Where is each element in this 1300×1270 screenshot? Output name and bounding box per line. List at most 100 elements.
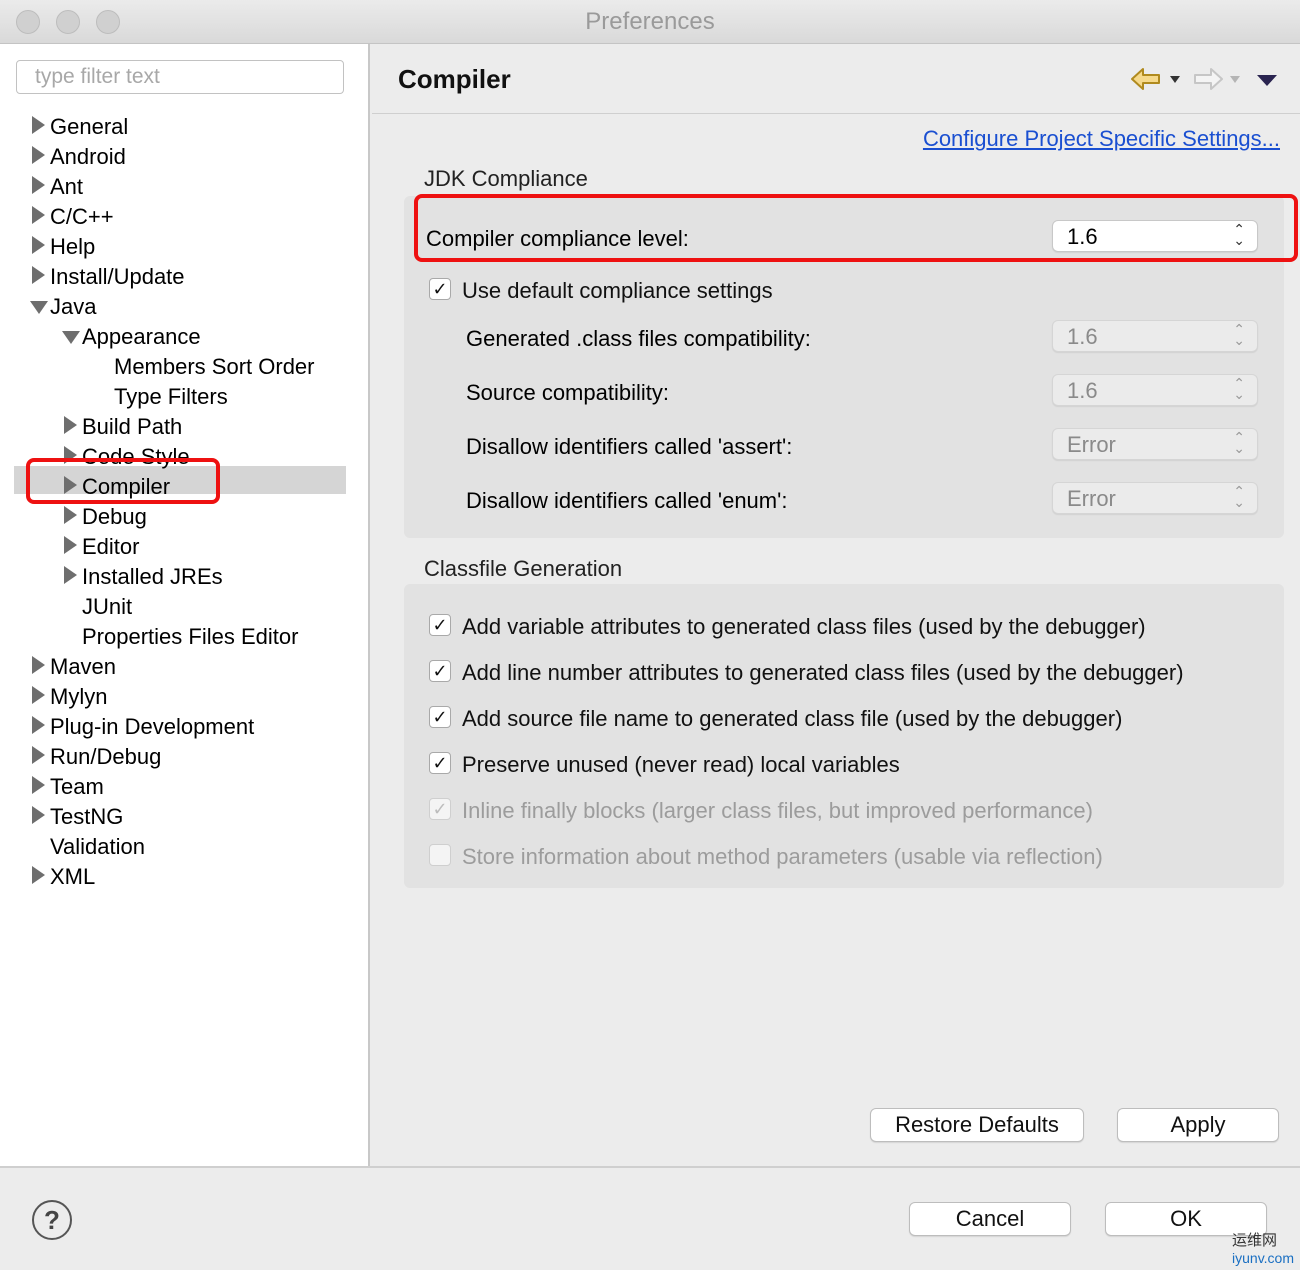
tree-item[interactable]: Plug-in Development [0,712,360,742]
tree-item[interactable]: Help [0,232,360,262]
tree-item[interactable]: Members Sort Order [0,352,360,382]
collapsed-triangle-icon[interactable] [32,176,45,194]
tree-item[interactable]: Editor [0,532,360,562]
tree-item[interactable]: Android [0,142,360,172]
tree-item-label: Validation [50,834,145,859]
configure-project-specific-settings-link[interactable]: Configure Project Specific Settings... [923,126,1280,152]
classfile-option-label: Add variable attributes to generated cla… [462,614,1146,639]
tree-item[interactable]: C/C++ [0,202,360,232]
collapsed-triangle-icon[interactable] [32,116,45,134]
tree-item[interactable]: Install/Update [0,262,360,292]
tree-item[interactable]: Java [0,292,360,322]
use-default-compliance-checkbox[interactable]: ✓ [429,278,451,300]
tree-item[interactable]: Maven [0,652,360,682]
tree-item-label: Maven [50,654,117,679]
page-header: Compiler [372,44,1300,114]
collapsed-triangle-icon[interactable] [32,266,45,284]
tree-item[interactable]: Team [0,772,360,802]
tree-item[interactable]: Validation [0,832,360,862]
jdk-compliance-group-label: JDK Compliance [424,166,588,191]
watermark-url-text: iyunv.com [1232,1250,1294,1266]
preferences-sidebar: General Android Ant C/C++ Help Install/Update… [0,44,370,1166]
tree-item-label: Installed JREs [82,564,223,589]
expanded-triangle-icon[interactable] [62,331,80,344]
collapsed-triangle-icon[interactable] [64,416,77,434]
jdk-row-label: Disallow identifiers called 'assert': [466,434,793,459]
cancel-button[interactable]: Cancel [909,1202,1071,1236]
tree-item-label: Type Filters [114,384,228,409]
help-icon[interactable]: ? [32,1200,72,1240]
title-bar: Preferences [0,0,1300,44]
tree-item-label: Build Path [82,414,183,439]
collapsed-triangle-icon[interactable] [64,536,77,554]
classfile-option-checkbox[interactable]: ✓ [429,752,451,774]
apply-button[interactable]: Apply [1117,1108,1279,1142]
use-default-compliance-label: Use default compliance settings [462,278,773,303]
collapsed-triangle-icon[interactable] [64,566,77,584]
tree-item[interactable]: Appearance [0,322,360,352]
tree-item[interactable]: TestNG [0,802,360,832]
classfile-option-checkbox[interactable]: ✓ [429,798,451,820]
filter-input[interactable] [16,60,344,94]
view-menu-icon[interactable] [1256,74,1278,88]
tree-item-label: Run/Debug [50,744,162,769]
dialog-footer: ? Cancel OK 运维网 iyunv.com [0,1166,1300,1270]
collapsed-triangle-icon[interactable] [32,656,45,674]
collapsed-triangle-icon[interactable] [64,506,77,524]
collapsed-triangle-icon[interactable] [32,806,45,824]
tree-item[interactable]: Installed JREs [0,562,360,592]
jdk-row-label: Disallow identifiers called 'enum': [466,488,788,513]
tree-item[interactable]: XML [0,862,360,892]
tree-item[interactable]: Build Path [0,412,360,442]
tree-item-label: Help [50,234,96,259]
classfile-option-checkbox[interactable]: ✓ [429,614,451,636]
collapsed-triangle-icon[interactable] [32,866,45,884]
collapsed-triangle-icon[interactable] [32,746,45,764]
collapsed-triangle-icon[interactable] [32,206,45,224]
tree-item[interactable]: Mylyn [0,682,360,712]
classfile-option-checkbox[interactable]: ✓ [429,660,451,682]
collapsed-triangle-icon[interactable] [32,146,45,164]
tree-item[interactable]: Run/Debug [0,742,360,772]
tree-item-label: Members Sort Order [114,354,315,379]
tree-item[interactable]: Debug [0,502,360,532]
classfile-generation-group-label: Classfile Generation [424,556,623,581]
tree-item-label: TestNG [50,804,124,829]
tree-item[interactable]: JUnit [0,592,360,622]
classfile-option-label: Add source file name to generated class … [462,706,1123,731]
up-down-chevron-icon: ⌃ ⌄ [1233,429,1245,456]
collapsed-triangle-icon[interactable] [32,686,45,704]
back-history-dropdown-icon[interactable] [1170,76,1180,83]
collapsed-triangle-icon[interactable] [32,776,45,794]
tree-item-label: Mylyn [50,684,108,709]
tree-item[interactable]: Ant [0,172,360,202]
tree-item-label: Appearance [82,324,201,349]
classfile-option-checkbox[interactable]: ✓ [429,706,451,728]
tree-item[interactable]: Properties Files Editor [0,622,360,652]
back-arrow-icon[interactable] [1130,66,1162,92]
restore-defaults-button[interactable]: Restore Defaults [870,1108,1084,1142]
tree-item-label: General [50,114,129,139]
jdk-row-select[interactable]: 1.6 ⌃ ⌄ [1052,320,1258,352]
tree-item-label: Java [50,294,97,319]
collapsed-triangle-icon[interactable] [32,236,45,254]
classfile-option-label: Store information about method parameter… [462,844,1103,869]
forward-arrow-icon[interactable] [1192,66,1224,92]
up-down-chevron-icon: ⌃ ⌄ [1233,483,1245,510]
tree-item-label: Properties Files Editor [82,624,299,649]
tree-item-label: Plug-in Development [50,714,255,739]
jdk-row-select[interactable]: Error ⌃ ⌄ [1052,428,1258,460]
annotation-highlight-compiler [26,458,220,504]
collapsed-triangle-icon[interactable] [32,716,45,734]
classfile-option-checkbox[interactable] [429,844,451,866]
tree-item[interactable]: General [0,112,360,142]
tree-item-label: XML [50,864,96,889]
expanded-triangle-icon[interactable] [30,301,48,314]
jdk-row-label: Source compatibility: [466,380,669,405]
jdk-row-value: Error [1067,486,1116,511]
jdk-row-value: Error [1067,432,1116,457]
jdk-row-select[interactable]: Error ⌃ ⌄ [1052,482,1258,514]
forward-history-dropdown-icon[interactable] [1230,76,1240,83]
jdk-row-select[interactable]: 1.6 ⌃ ⌄ [1052,374,1258,406]
tree-item[interactable]: Type Filters [0,382,360,412]
